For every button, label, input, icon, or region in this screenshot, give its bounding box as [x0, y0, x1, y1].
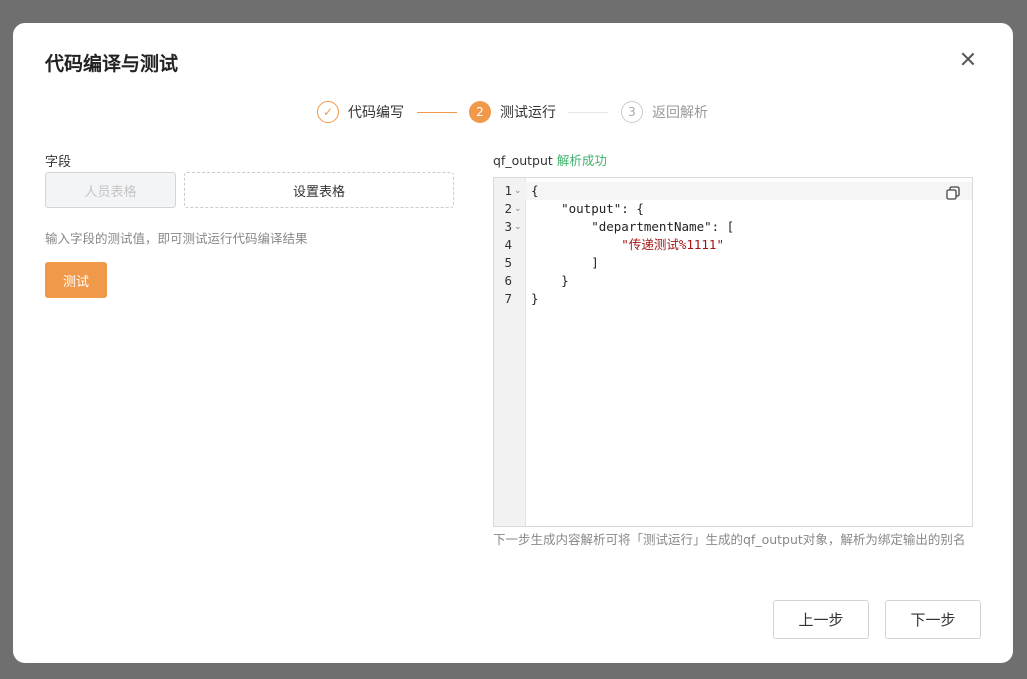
field-name-input: 人员表格: [45, 172, 176, 208]
output-note: 下一步生成内容解析可将「测试运行」生成的qf_output对象，解析为绑定输出的…: [493, 532, 966, 547]
fold-icon[interactable]: ⌄: [514, 200, 522, 218]
test-hint: 输入字段的测试值，即可测试运行代码编译结果: [45, 231, 308, 246]
line-number: 1: [504, 183, 512, 198]
set-table-button[interactable]: 设置表格: [184, 172, 454, 208]
field-label: 字段: [45, 155, 72, 170]
step-return-parse: 3 返回解析: [621, 100, 708, 124]
code-compile-dialog: 代码编译与测试 ✓ 代码编写 2 测试运行 3 返回解析 字段 人员表格 设置表…: [13, 23, 1013, 663]
dialog-title: 代码编译与测试: [45, 53, 179, 75]
code-line: "departmentName": [: [531, 219, 735, 234]
active-line-highlight: [525, 182, 972, 200]
code-line: ]: [531, 255, 599, 270]
code-line: {: [531, 183, 539, 198]
test-button[interactable]: 测试: [45, 262, 107, 298]
parse-status: 解析成功: [556, 153, 607, 168]
line-number: 4: [504, 237, 512, 252]
step-test-run: 2 测试运行: [469, 100, 556, 124]
code-line: }: [531, 291, 539, 306]
step-label: 返回解析: [652, 105, 708, 121]
code-line-string: "传递测试%1111": [531, 237, 724, 252]
next-step-button[interactable]: 下一步: [885, 600, 981, 639]
step-number: 2: [469, 101, 491, 123]
prev-step-button[interactable]: 上一步: [773, 600, 869, 639]
code-editor[interactable]: 1 ⌄ 2 ⌄ 3 ⌄ 4 5 6 7 { "output": { "depar…: [493, 177, 973, 527]
fold-icon[interactable]: ⌄: [514, 218, 522, 236]
line-number: 3: [504, 219, 512, 234]
output-label: qf_output 解析成功: [493, 150, 607, 169]
step-number: 3: [621, 101, 643, 123]
check-icon: ✓: [317, 101, 339, 123]
close-icon[interactable]: [959, 50, 977, 68]
line-number: 6: [504, 273, 512, 288]
step-connector: [417, 112, 457, 113]
copy-icon[interactable]: [946, 186, 960, 200]
step-code-writing: ✓ 代码编写: [317, 100, 404, 124]
step-connector: [568, 112, 608, 113]
line-number: 5: [504, 255, 512, 270]
step-label: 测试运行: [500, 105, 556, 121]
line-number: 7: [504, 291, 512, 306]
step-label: 代码编写: [348, 105, 404, 121]
line-number: 2: [504, 201, 512, 216]
fold-icon[interactable]: ⌄: [514, 182, 522, 200]
output-name: qf_output: [493, 153, 553, 168]
code-line: }: [531, 273, 569, 288]
code-line: "output": {: [531, 201, 644, 216]
